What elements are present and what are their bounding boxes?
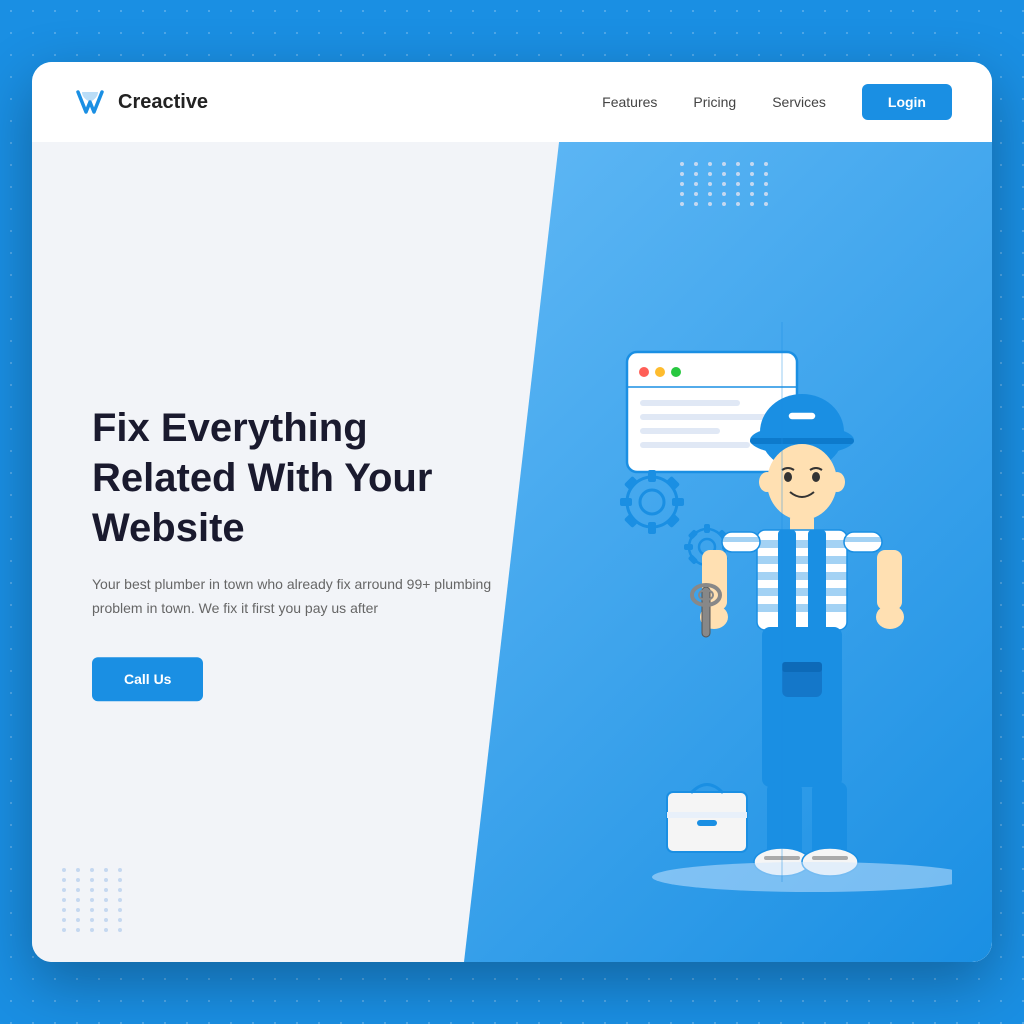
main-content: Fix Everything Related With Your Website… <box>32 142 992 962</box>
nav: Features Pricing Services Login <box>602 84 952 120</box>
login-button[interactable]: Login <box>862 84 952 120</box>
header: Creactive Features Pricing Services Logi… <box>32 62 992 142</box>
nav-features[interactable]: Features <box>602 94 657 110</box>
hero-text: Fix Everything Related With Your Website… <box>92 403 512 701</box>
illustration <box>472 322 952 902</box>
dots-top-right <box>680 162 772 206</box>
hero-title: Fix Everything Related With Your Website <box>92 403 512 553</box>
logo-area: Creactive <box>72 84 208 120</box>
cta-button[interactable]: Call Us <box>92 657 203 701</box>
nav-services[interactable]: Services <box>772 94 826 110</box>
logo-icon <box>72 84 108 120</box>
hero-subtitle: Your best plumber in town who already fi… <box>92 573 512 621</box>
dots-bottom-left <box>62 868 126 932</box>
worker-svg <box>472 322 952 902</box>
page-container: Creactive Features Pricing Services Logi… <box>32 62 992 962</box>
logo-text: Creactive <box>118 91 208 114</box>
nav-pricing[interactable]: Pricing <box>693 94 736 110</box>
